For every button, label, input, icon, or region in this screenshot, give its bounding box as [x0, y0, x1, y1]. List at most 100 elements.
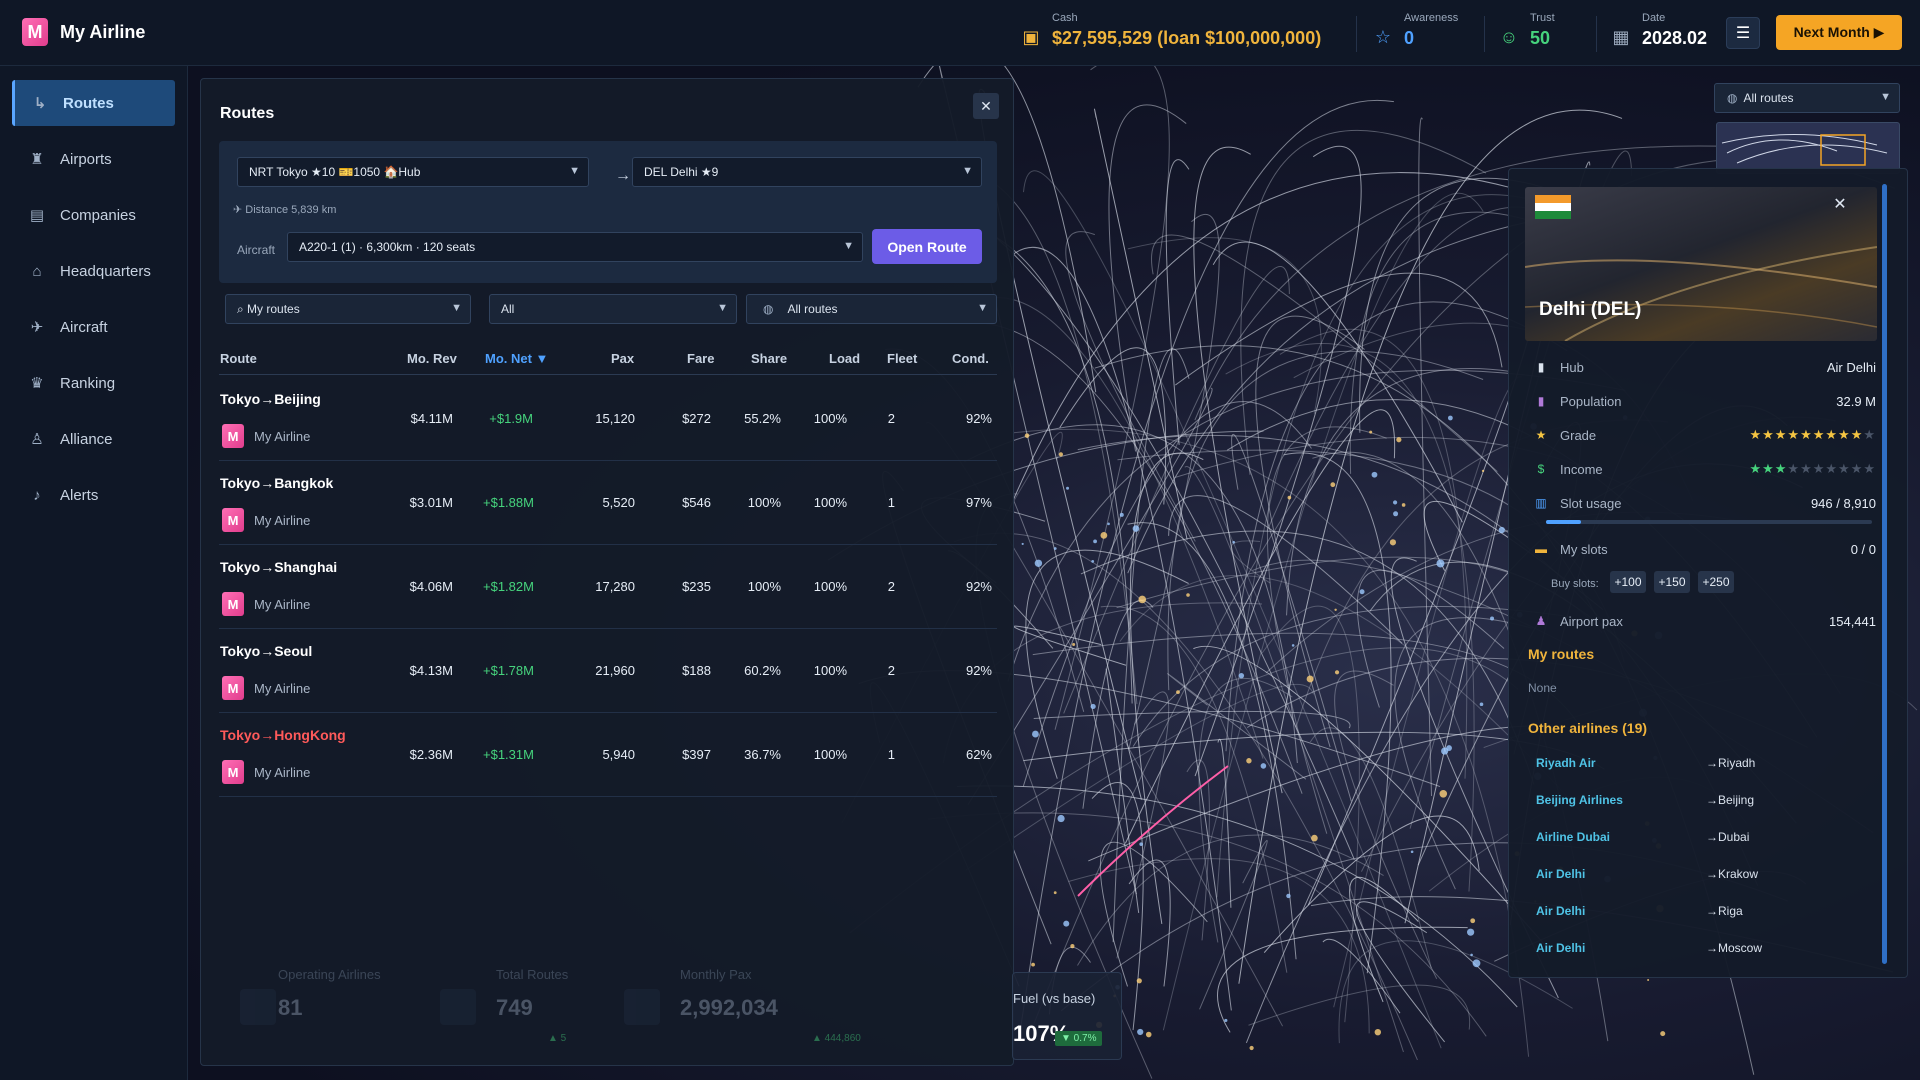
star-filled-icon: ★ — [1812, 427, 1826, 442]
cell-cond: 92% — [965, 411, 992, 426]
route-name[interactable]: Tokyo→HongKong — [220, 727, 346, 743]
destination-select[interactable]: DEL Delhi ★9 ▼ — [632, 157, 982, 187]
col-fare[interactable]: Fare — [687, 351, 714, 366]
star-filled-icon: ★ — [1800, 427, 1813, 442]
chevron-down-icon: ▼ — [717, 302, 728, 314]
col-cond[interactable]: Cond. — [952, 351, 989, 366]
close-card-button[interactable]: ✕ — [1827, 191, 1853, 217]
type-filter[interactable]: All ▼ — [489, 294, 737, 324]
slot-usage-row: ▥ Slot usage 946 / 8,910 — [1534, 494, 1876, 514]
sidebar-item-alliance[interactable]: ♙ Alliance — [12, 416, 175, 462]
cell-pax: 17,280 — [595, 579, 635, 594]
other-airline-name[interactable]: Air Delhi — [1536, 941, 1585, 955]
airline-name: My Airline — [254, 596, 311, 612]
cell-fleet: 1 — [887, 747, 895, 762]
cell-rev: $3.01M — [409, 495, 453, 510]
star-empty-icon: ★ — [1787, 461, 1801, 476]
aircraft-value: A220-1 (1) · 6,300km · 120 seats — [299, 240, 476, 254]
cell-fare: $546 — [682, 495, 711, 510]
chevron-down-icon: ▼ — [1880, 91, 1891, 103]
map-scope-select[interactable]: ◍ All routes ▼ — [1714, 83, 1900, 113]
col-load[interactable]: Load — [829, 351, 860, 366]
airport-pax-row: ♟ Airport pax 154,441 — [1534, 612, 1876, 632]
col-share[interactable]: Share — [751, 351, 787, 366]
airline-logo-icon: M — [222, 592, 244, 616]
sidebar-item-routes[interactable]: ↳ Routes — [12, 80, 175, 126]
star-filled-icon: ★ — [1838, 427, 1851, 442]
bell-icon: ♪ — [33, 486, 41, 504]
other-airline-name[interactable]: Airline Dubai — [1536, 830, 1610, 844]
owner-filter[interactable]: ⌕ My routes ▼ — [225, 294, 471, 324]
minimap-routes — [1721, 133, 1888, 166]
sidebar-item-label: Alliance — [60, 430, 113, 448]
sidebar-item-ranking[interactable]: ♛ Ranking — [12, 360, 175, 406]
cell-rev: $4.06M — [409, 579, 453, 594]
other-airline-name[interactable]: Beijing Airlines — [1536, 793, 1623, 807]
buy-slots-100-button[interactable]: +100 — [1610, 571, 1646, 593]
table-row[interactable]: Tokyo→HongKong M My Airline $2.36M +$1.31M 5,… — [219, 713, 997, 797]
grade-label: Grade — [1560, 428, 1597, 443]
table-row[interactable]: Tokyo→Seoul M My Airline $4.13M +$1.78M 21,96… — [219, 629, 997, 713]
aircraft-select[interactable]: A220-1 (1) · 6,300km · 120 seats ▼ — [287, 232, 863, 262]
sidebar-item-label: Ranking — [60, 374, 116, 392]
slot-usage-bar — [1546, 520, 1872, 524]
route-name[interactable]: Tokyo→Seoul — [220, 643, 312, 659]
income-row: $ Income ★★★★★★★★★★ — [1534, 460, 1876, 480]
star-empty-icon: ★ — [1812, 461, 1826, 476]
cell-load: 100% — [813, 495, 847, 510]
other-airline-name[interactable]: Air Delhi — [1536, 904, 1585, 918]
cell-cond: 92% — [965, 663, 992, 678]
other-airline-dest: →Riga — [1706, 904, 1743, 918]
cell-net: +$1.9M — [489, 411, 533, 426]
star-filled-icon: ★ — [1774, 461, 1788, 476]
sidebar-item-companies[interactable]: ▤ Companies — [12, 192, 175, 238]
scope-filter[interactable]: ◍ All routes ▼ — [746, 294, 997, 324]
date-stat: ▦ Date 2028.02 — [1610, 12, 1707, 49]
cell-pax: 15,120 — [595, 411, 635, 426]
my-slots-row: ▬ My slots 0 / 0 — [1534, 540, 1876, 560]
sidebar-item-headquarters[interactable]: ⌂ Headquarters — [12, 248, 175, 294]
cell-share: 100% — [747, 495, 781, 510]
col-net[interactable]: Mo. Net ▼ — [485, 351, 548, 366]
cell-load: 100% — [813, 663, 847, 678]
pax-label: Monthly Pax — [680, 967, 752, 982]
other-airline-name[interactable]: Air Delhi — [1536, 867, 1585, 881]
new-route-form: NRT Tokyo ★10 🎫1050 🏠Hub ▼ → DEL Delhi ★… — [219, 141, 997, 283]
close-panel-button[interactable]: ✕ — [973, 93, 999, 119]
cell-share: 60.2% — [744, 663, 781, 678]
route-name[interactable]: Tokyo→Bangkok — [220, 475, 333, 491]
my-routes-heading: My routes — [1528, 646, 1595, 662]
route-name[interactable]: Tokyo→Shanghai — [220, 559, 337, 575]
col-rev[interactable]: Mo. Rev — [407, 351, 457, 366]
buy-slots-150-button[interactable]: +150 — [1654, 571, 1690, 593]
table-row[interactable]: Tokyo→Beijing M My Airline $4.11M +$1.9M 15,1… — [219, 377, 997, 461]
airline-name: My Airline — [254, 764, 311, 780]
airline-logo: M — [22, 18, 48, 46]
menu-button[interactable]: ☰ — [1726, 17, 1760, 49]
star-filled-icon: ★ — [1850, 427, 1864, 442]
table-row[interactable]: Tokyo→Bangkok M My Airline $3.01M +$1.88M 5,5… — [219, 461, 997, 545]
route-airline: M My Airline — [222, 676, 310, 700]
star-empty-icon: ★ — [1838, 461, 1851, 476]
route-name[interactable]: Tokyo→Beijing — [220, 391, 321, 407]
cash-stat: ▣ Cash $27,595,529 (loan $100,000,000) — [1020, 12, 1321, 49]
sidebar-item-aircraft[interactable]: ✈ Aircraft — [12, 304, 175, 350]
route-airline: M My Airline — [222, 424, 310, 448]
col-route[interactable]: Route — [220, 351, 257, 366]
star-filled-icon: ★ — [1749, 427, 1763, 442]
sidebar-item-alerts[interactable]: ♪ Alerts — [12, 472, 175, 518]
open-route-button[interactable]: Open Route — [872, 229, 982, 264]
origin-select[interactable]: NRT Tokyo ★10 🎫1050 🏠Hub ▼ — [237, 157, 589, 187]
other-airline-name[interactable]: Riyadh Air — [1536, 756, 1596, 770]
cell-share: 36.7% — [744, 747, 781, 762]
col-pax[interactable]: Pax — [611, 351, 634, 366]
sidebar-item-airports[interactable]: ♜ Airports — [12, 136, 175, 182]
hub-row: ▮ Hub Air Delhi — [1534, 358, 1876, 378]
minimap[interactable] — [1716, 122, 1900, 174]
buy-slots-250-button[interactable]: +250 — [1698, 571, 1734, 593]
next-month-button[interactable]: Next Month ▶ — [1776, 15, 1902, 50]
income-stars: ★★★★★★★★★★ — [1749, 461, 1876, 477]
card-scrollbar[interactable] — [1882, 184, 1887, 964]
col-fleet[interactable]: Fleet — [887, 351, 917, 366]
table-row[interactable]: Tokyo→Shanghai M My Airline $4.06M +$1.82M 17… — [219, 545, 997, 629]
